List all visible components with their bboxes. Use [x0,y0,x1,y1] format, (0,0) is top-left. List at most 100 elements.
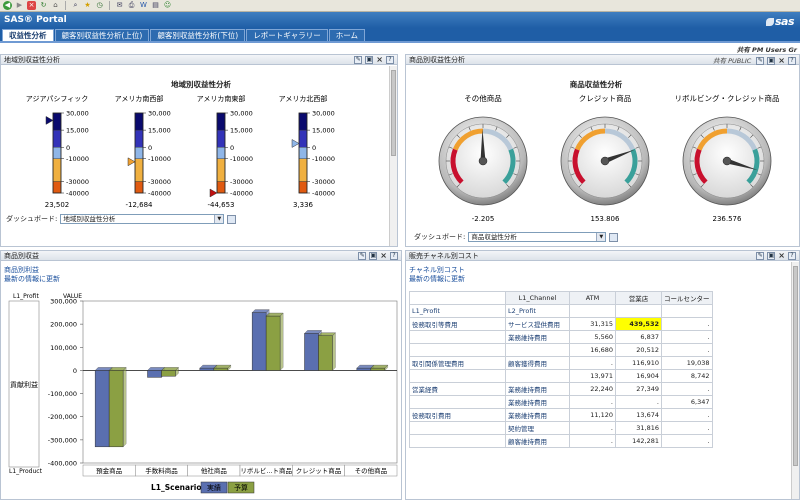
table-header-row: L1_Profit L2_Profit [409,304,713,318]
tab-home[interactable]: ホーム [328,29,365,41]
row-header-l2 [505,369,570,383]
legend-title: L1_Scenario [151,483,202,492]
thermometer-value: -12,684 [125,201,153,209]
discuss-icon[interactable]: ▤ [151,1,160,10]
messenger-icon[interactable]: ☺ [163,1,172,10]
bar[interactable] [199,367,215,371]
stop-icon[interactable]: × [27,1,36,10]
back-icon[interactable]: ◀ [3,1,12,10]
home-icon[interactable]: ⌂ [51,1,60,10]
thermometer-tick-label: 30,000 [66,110,89,118]
bar-top [370,364,389,369]
bar[interactable] [370,367,386,371]
thermometer-tick-label: 15,000 [230,127,253,135]
tab-customer-top[interactable]: 顧客別収益性分析(上位) [54,29,150,41]
table-row: 16,680 20,512. [409,343,713,357]
bar[interactable] [213,367,229,371]
edit-portlet-icon[interactable]: ✎ [756,252,765,260]
bar[interactable] [318,335,333,371]
thermometer-tick-label: -40000 [312,190,335,198]
row-header-l2: 契約管理 [505,421,570,435]
tab-profitability[interactable]: 収益性分析 [2,29,54,41]
thermometer-band [298,181,308,194]
help-icon[interactable]: ? [788,252,796,260]
help-icon[interactable]: ? [390,252,398,260]
thermometer-band [134,181,144,194]
x-tick-label: 他社商品 [201,466,227,475]
bar[interactable] [147,370,162,378]
edit-portlet-icon[interactable]: ✎ [358,252,367,260]
thermometer-tick-label: -40000 [66,190,89,198]
table-cell: 20,512 [615,343,662,357]
row-header-l2: 顧客維持費用 [505,434,570,448]
tab-customer-bottom[interactable]: 顧客別収益性分析(下位) [150,29,246,41]
channel-cost-table: L1_Channel ATM 営業店 コールセンター L1_Profit L2_Profi… [409,291,713,448]
table-cell: 439,532 [615,317,662,331]
print-icon[interactable]: ⎙ [127,1,136,10]
share-status: 共有 PM Users Gr [736,46,797,54]
close-icon[interactable]: × [380,252,387,260]
help-icon[interactable]: ? [788,57,796,65]
table-row: 業務維持費用 5,560 6,837. [409,330,713,344]
dashboard-selector-row: ダッシュボード: 地域別収益性分析 ▼ [6,214,237,224]
favorites-icon[interactable]: ★ [83,1,92,10]
column-header[interactable]: コールセンター [661,291,713,305]
search-icon[interactable]: ⌕ [71,1,80,10]
chevron-down-icon[interactable]: ▼ [596,233,606,241]
maximize-icon[interactable]: ▣ [369,252,378,260]
thermometer-band [134,112,144,131]
bar[interactable] [265,315,281,371]
bar[interactable] [94,370,110,448]
thermometer-tick-label: -30000 [148,178,171,186]
thermometer-tick-label: -30000 [312,178,335,186]
maximize-icon[interactable]: ▣ [767,57,776,65]
scrollbar-thumb[interactable] [391,70,396,156]
scrollbar-thumb[interactable] [793,266,798,466]
maximize-icon[interactable]: ▣ [767,252,776,260]
profit-chart-portlet: 商品別収益 ✎ ▣ × ? 商品別利益 最新の情報に更新 貢献利益 L1_Prof… [0,250,402,500]
thermometer-tick-label: -40000 [148,190,171,198]
refresh-link[interactable]: 最新の情報に更新 [409,274,465,284]
tab-report-gallery[interactable]: レポートギャラリー [246,29,328,41]
thermometer-tick-label: 30,000 [230,110,253,118]
row-header-l2: サービス提供費用 [505,317,570,331]
y-tick-label: 0 [73,367,77,375]
maximize-icon[interactable]: ▣ [365,56,374,64]
go-button[interactable] [227,214,237,224]
gauge-hub [722,156,732,166]
edit-portlet-icon[interactable]: ✎ [354,56,363,64]
chevron-down-icon[interactable]: ▼ [214,215,224,223]
refresh-link[interactable]: 最新の情報に更新 [4,274,60,284]
bar[interactable] [356,367,372,371]
column-header[interactable]: 営業店 [615,291,662,305]
edit-portlet-icon[interactable]: ✎ [756,57,765,65]
help-icon[interactable]: ? [386,56,394,64]
forward-icon[interactable]: ▶ [15,1,24,10]
bar[interactable] [251,312,267,371]
thermometer-label: アメリカ南東部 [197,94,246,103]
column-header[interactable]: ATM [569,291,616,305]
table-cell: . [661,343,713,357]
bar[interactable] [161,370,176,377]
thermometer-band [52,147,62,159]
gauge-label: その他商品 [464,93,502,103]
close-icon[interactable]: × [376,56,383,64]
go-button[interactable] [609,232,619,242]
vertical-scrollbar[interactable] [389,66,397,246]
history-icon[interactable]: ◷ [95,1,104,10]
dashboard-select[interactable]: 商品収益性分析 ▼ [468,232,607,242]
edit-icon[interactable]: W [139,1,148,10]
thermometer-tick-label: 0 [312,144,316,152]
dashboard-select[interactable]: 地域別収益性分析 ▼ [60,214,225,224]
thermometer-band [298,112,308,131]
mail-icon[interactable]: ✉ [115,1,124,10]
close-icon[interactable]: × [778,252,785,260]
bar[interactable] [304,333,319,371]
refresh-icon[interactable]: ↻ [39,1,48,10]
vertical-scrollbar[interactable] [791,262,799,499]
bar[interactable] [108,370,124,448]
close-icon[interactable]: × [778,57,785,65]
bar-top [251,309,270,313]
thermometer-tick-label: -30000 [66,178,89,186]
thermometer-tick-label: 15,000 [148,127,171,135]
